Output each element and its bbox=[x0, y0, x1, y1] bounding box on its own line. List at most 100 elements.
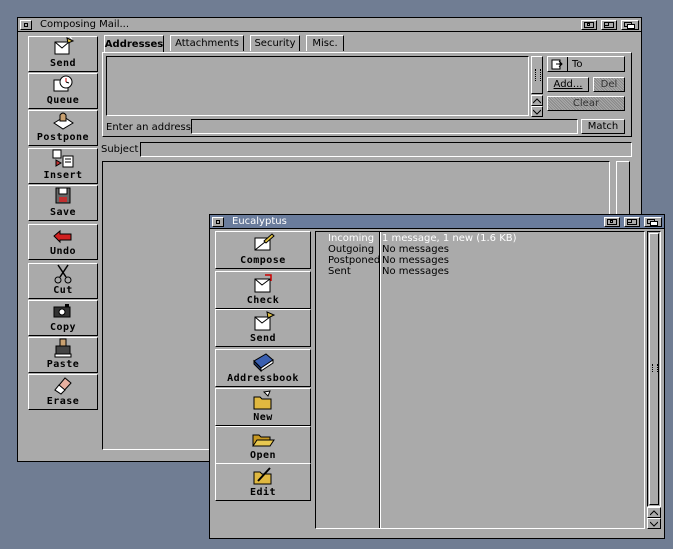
paste-icon bbox=[50, 338, 76, 358]
del-label: Del bbox=[600, 79, 618, 90]
main-window-titlebar[interactable]: Eucalyptus bbox=[210, 215, 664, 229]
send-label: Send bbox=[249, 333, 277, 344]
send-label: Send bbox=[49, 58, 77, 69]
edit-label: Edit bbox=[249, 487, 277, 498]
check-mail-button[interactable]: Check bbox=[215, 271, 311, 309]
insert-icon bbox=[50, 149, 76, 169]
eraser-icon bbox=[50, 375, 76, 395]
edit-folder-button[interactable]: Edit bbox=[215, 463, 311, 501]
depth-gadget-icon[interactable] bbox=[621, 19, 639, 30]
compose-tab-bar: Addresses Attachments Security Misc. bbox=[104, 35, 634, 53]
postpone-button[interactable]: Postpone bbox=[28, 110, 98, 146]
paste-button[interactable]: Paste bbox=[28, 337, 98, 373]
recipient-list-scroller[interactable] bbox=[531, 56, 543, 94]
copy-button[interactable]: Copy bbox=[28, 300, 98, 336]
zoom-gadget-icon[interactable] bbox=[624, 216, 640, 227]
arrow-down-icon bbox=[650, 521, 658, 527]
list-scroll-up-button[interactable] bbox=[531, 95, 543, 106]
main-window-title: Eucalyptus bbox=[232, 216, 287, 227]
compose-toolbar: Send Queue Postpone Insert Save Undo Cut… bbox=[28, 36, 100, 413]
queue-button[interactable]: Queue bbox=[28, 73, 98, 109]
clear-label: Clear bbox=[572, 98, 600, 109]
list-scroll-down-button[interactable] bbox=[531, 106, 543, 117]
undo-button[interactable]: Undo bbox=[28, 224, 98, 260]
send-queued-button[interactable]: Send bbox=[215, 309, 311, 347]
folder-list: Incoming Outgoing Postponed Sent 1 messa… bbox=[315, 231, 645, 529]
main-window: Eucalyptus Compose Check Send Addressboo… bbox=[209, 214, 665, 539]
iconify-gadget-icon[interactable] bbox=[604, 216, 620, 227]
scroll-grip-icon bbox=[652, 364, 658, 372]
new-folder-button[interactable]: New bbox=[215, 388, 311, 426]
compose-button[interactable]: Compose bbox=[215, 231, 311, 269]
add-label: Add... bbox=[553, 79, 583, 90]
tab-misc[interactable]: Misc. bbox=[306, 35, 344, 51]
paste-label: Paste bbox=[46, 359, 80, 370]
clock-icon bbox=[50, 74, 76, 94]
insert-label: Insert bbox=[43, 170, 83, 181]
folder-names: Incoming Outgoing Postponed Sent bbox=[328, 233, 380, 277]
save-label: Save bbox=[49, 207, 77, 218]
addressbook-button[interactable]: Addressbook bbox=[215, 349, 311, 387]
arrow-up-icon bbox=[650, 509, 658, 515]
folder-statuses: 1 message, 1 new (1.6 KB) No messages No… bbox=[382, 233, 517, 277]
tab-addresses[interactable]: Addresses bbox=[104, 35, 164, 52]
subject-label: Subject bbox=[101, 144, 139, 155]
folder-row[interactable]: Sent bbox=[328, 266, 380, 277]
match-label: Match bbox=[587, 121, 619, 132]
postpone-label: Postpone bbox=[36, 132, 90, 143]
check-mail-icon bbox=[250, 274, 276, 294]
folder-scroll-up-button[interactable] bbox=[647, 507, 661, 518]
queue-label: Queue bbox=[46, 95, 80, 106]
copy-label: Copy bbox=[49, 322, 77, 333]
folder-scrollbar-knob[interactable] bbox=[649, 233, 659, 505]
match-button[interactable]: Match bbox=[581, 119, 625, 134]
compose-window-titlebar[interactable]: Composing Mail... bbox=[18, 18, 641, 32]
folder-row[interactable]: Postponed bbox=[328, 255, 380, 266]
compose-icon bbox=[250, 233, 276, 254]
clear-addresses-button[interactable]: Clear bbox=[547, 96, 625, 111]
compose-window-title: Composing Mail... bbox=[40, 19, 130, 30]
undo-arrow-icon bbox=[50, 225, 76, 245]
edit-folder-icon bbox=[250, 466, 276, 486]
cut-button[interactable]: Cut bbox=[28, 263, 98, 299]
send-button[interactable]: Send bbox=[28, 36, 98, 72]
tab-security[interactable]: Security bbox=[250, 35, 300, 51]
folder-scroll-down-button[interactable] bbox=[647, 518, 661, 529]
postpone-icon bbox=[50, 111, 76, 131]
folder-status: No messages bbox=[382, 255, 449, 266]
compose-label: Compose bbox=[240, 255, 286, 266]
add-address-button[interactable]: Add... bbox=[547, 77, 589, 92]
insert-button[interactable]: Insert bbox=[28, 148, 98, 184]
delete-address-button[interactable]: Del bbox=[593, 77, 625, 92]
save-button[interactable]: Save bbox=[28, 185, 98, 221]
to-button[interactable]: To bbox=[547, 56, 625, 72]
new-label: New bbox=[253, 412, 273, 423]
address-input[interactable] bbox=[191, 119, 578, 134]
iconify-gadget-icon[interactable] bbox=[581, 19, 597, 30]
zoom-gadget-icon[interactable] bbox=[601, 19, 617, 30]
to-label: To bbox=[572, 58, 583, 70]
close-gadget-icon[interactable] bbox=[20, 19, 32, 30]
folder-row[interactable]: Incoming bbox=[328, 233, 380, 244]
folder-scrollbar-track[interactable] bbox=[647, 231, 661, 507]
subject-input[interactable] bbox=[140, 142, 632, 157]
arrow-up-icon bbox=[533, 97, 541, 103]
recipient-list[interactable] bbox=[106, 56, 529, 116]
resize-gadget-icon[interactable] bbox=[647, 530, 661, 538]
arrow-down-icon bbox=[533, 109, 541, 115]
enter-address-label: Enter an address bbox=[106, 122, 191, 133]
folder-status: 1 message, 1 new (1.6 KB) bbox=[382, 233, 517, 244]
send-icon bbox=[250, 311, 276, 332]
cut-label: Cut bbox=[53, 285, 73, 296]
open-label: Open bbox=[249, 450, 277, 461]
new-folder-icon bbox=[250, 390, 276, 411]
depth-gadget-icon[interactable] bbox=[644, 216, 662, 227]
folder-row[interactable]: Outgoing bbox=[328, 244, 380, 255]
close-gadget-icon[interactable] bbox=[212, 216, 224, 227]
to-arrow-icon bbox=[551, 59, 563, 69]
open-folder-button[interactable]: Open bbox=[215, 426, 311, 464]
tab-attachments[interactable]: Attachments bbox=[170, 35, 244, 51]
open-folder-icon bbox=[250, 429, 276, 449]
erase-button[interactable]: Erase bbox=[28, 374, 98, 410]
scissors-icon bbox=[50, 264, 76, 284]
